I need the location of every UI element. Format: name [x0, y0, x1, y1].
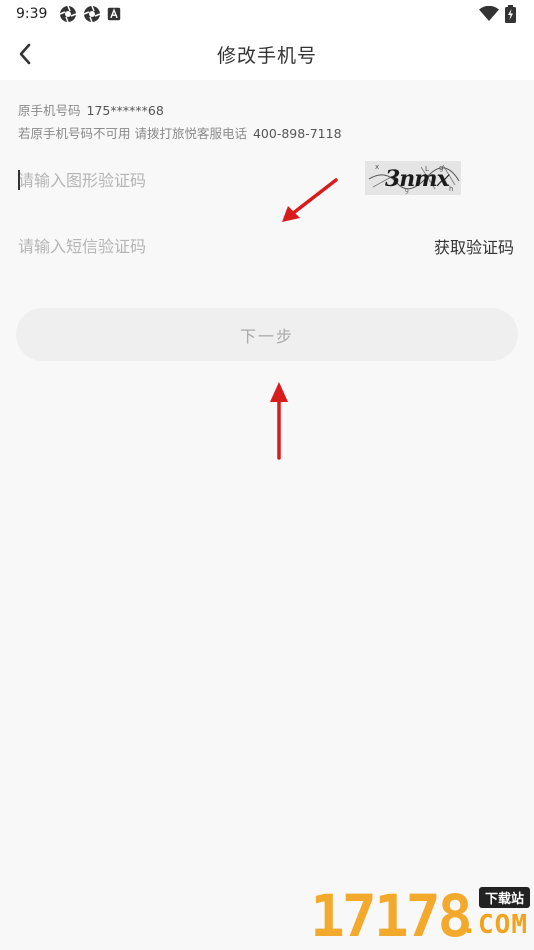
original-number-value: 175******68 — [86, 103, 164, 118]
wifi-icon — [479, 6, 499, 21]
original-number-line: 原手机号码 175******68 — [18, 100, 164, 119]
next-step-button[interactable]: 下一步 — [16, 308, 518, 361]
battery-charging-icon — [505, 5, 516, 23]
aperture-icon — [60, 5, 77, 23]
status-right — [479, 5, 516, 23]
page-title: 修改手机号 — [216, 44, 317, 67]
watermark-badge: 下载站 — [478, 887, 530, 908]
back-button[interactable] — [12, 40, 38, 68]
help-line: 若原手机号码不可用 请拨打旅悦客服电话 400-898-7118 — [18, 123, 342, 142]
captcha-image[interactable]: x L g h g 3nmx — [365, 161, 461, 195]
captcha-input[interactable] — [18, 164, 318, 196]
svg-text:x: x — [375, 163, 379, 171]
captcha-text: 3nmx — [385, 166, 450, 192]
captcha-row: x L g h g 3nmx — [18, 160, 516, 200]
app-header: 修改手机号 — [0, 28, 534, 80]
annotation-arrow-icon — [270, 382, 288, 460]
watermark-number: 17178 — [310, 882, 473, 950]
status-bar: 9:39 — [0, 0, 534, 28]
get-code-button[interactable]: 获取验证码 — [434, 234, 516, 258]
site-watermark: 17178 下载站 .COM — [304, 884, 534, 950]
chevron-left-icon — [19, 43, 31, 65]
text-caret — [18, 170, 20, 190]
status-time: 9:39 — [16, 6, 48, 22]
svg-text:h: h — [449, 185, 453, 193]
sms-row: 获取验证码 — [18, 226, 516, 266]
sms-code-input[interactable] — [18, 230, 318, 262]
watermark-suffix: .COM — [461, 910, 528, 940]
help-text: 若原手机号码不可用 请拨打旅悦客服电话 — [18, 126, 247, 141]
aperture-icon — [84, 5, 101, 23]
help-phone[interactable]: 400-898-7118 — [253, 126, 342, 141]
a-box-icon — [108, 7, 121, 21]
original-number-label: 原手机号码 — [18, 103, 81, 118]
